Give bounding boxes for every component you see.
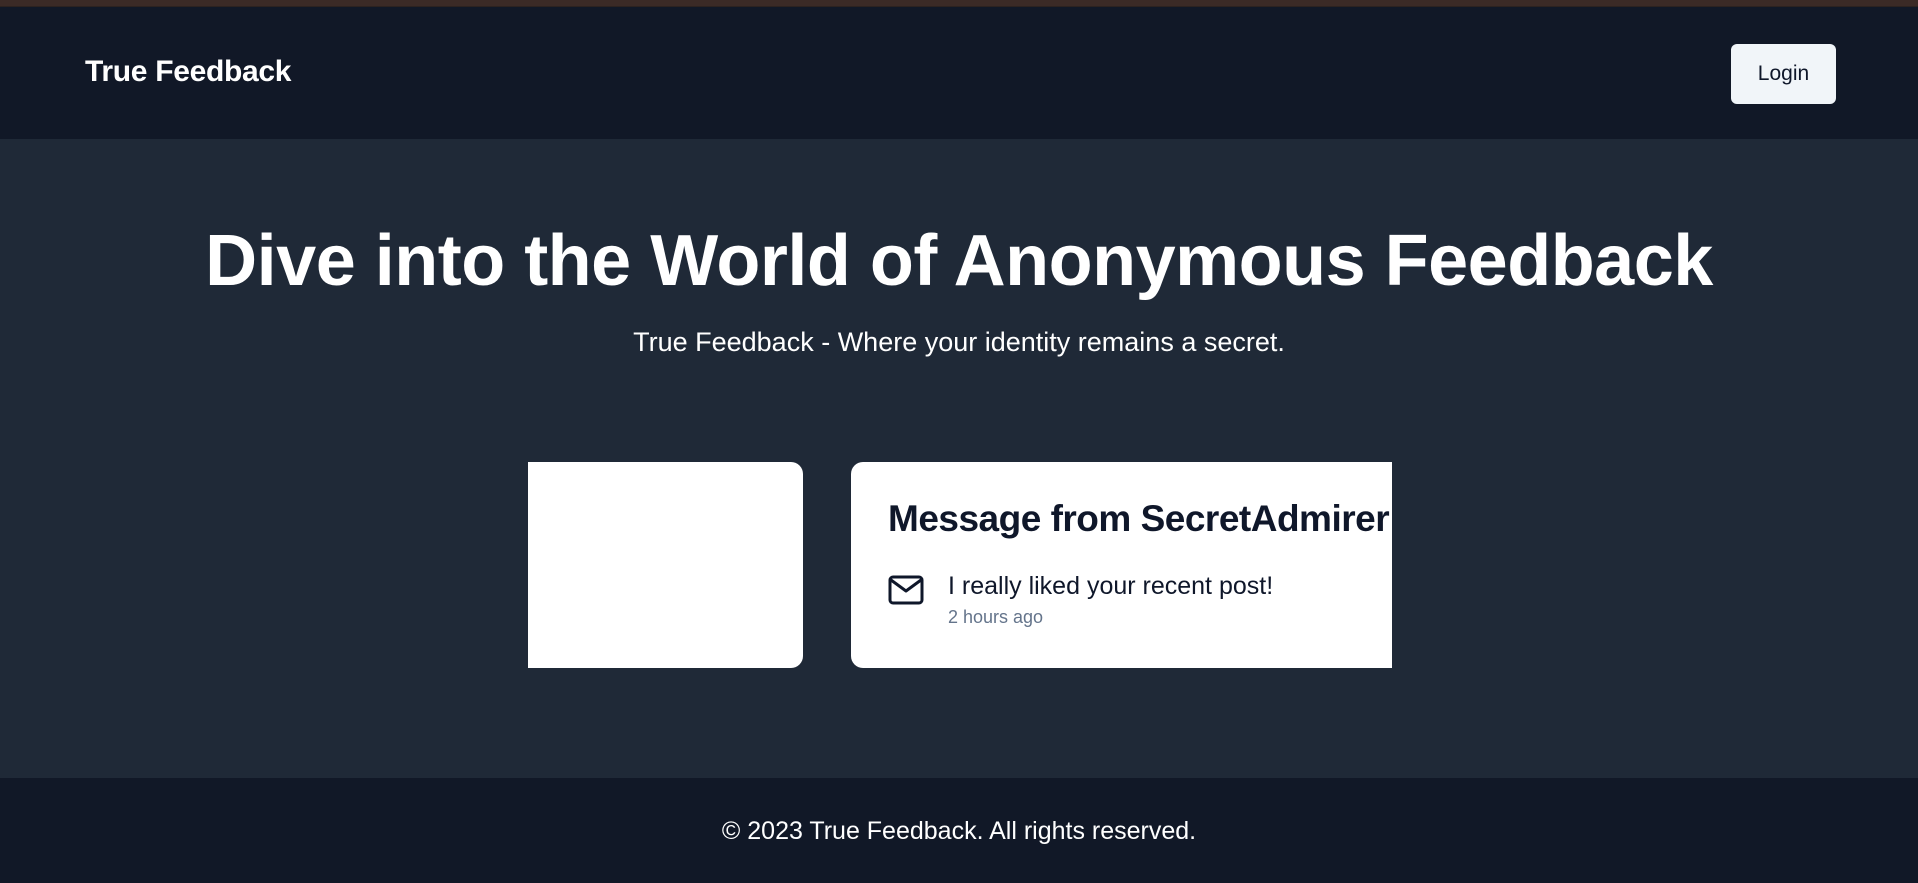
navbar: True Feedback Login: [0, 7, 1918, 139]
hero-title: Dive into the World of Anonymous Feedbac…: [205, 221, 1713, 301]
message-card: Message from SecretAdmirer I really like…: [851, 462, 1392, 668]
login-button[interactable]: Login: [1731, 44, 1836, 104]
brand-logo[interactable]: True Feedback: [85, 57, 292, 87]
footer-copyright: © 2023 True Feedback. All rights reserve…: [721, 817, 1197, 845]
window-top-edge: [0, 0, 1918, 7]
mail-icon: [888, 575, 924, 605]
carousel-card-previous: [528, 462, 803, 668]
message-card-title: Message from SecretAdmirer: [888, 498, 1390, 539]
message-timestamp: 2 hours ago: [948, 607, 1044, 627]
main-section: Dive into the World of Anonymous Feedbac…: [0, 139, 1918, 778]
footer: © 2023 True Feedback. All rights reserve…: [0, 778, 1918, 883]
hero-subtitle: True Feedback - Where your identity rema…: [633, 327, 1285, 357]
message-carousel[interactable]: Message from SecretAdmirer I really like…: [528, 462, 1392, 668]
message-text: I really liked your recent post!: [948, 572, 1274, 600]
